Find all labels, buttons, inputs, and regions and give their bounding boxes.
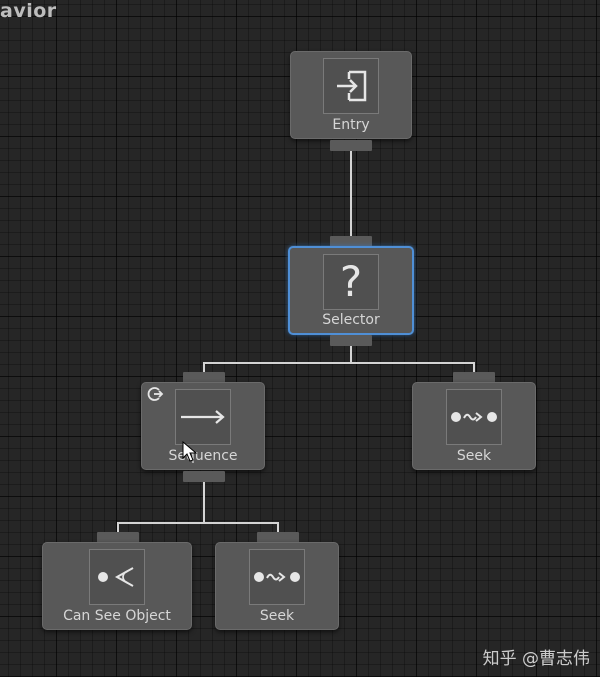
seek-icon: [446, 389, 502, 445]
sequence-label: Sequence: [168, 448, 238, 464]
link-sequence-children: [117, 522, 279, 532]
repeat-icon: [146, 386, 164, 406]
watermark: 知乎 @曹志伟: [482, 649, 590, 669]
seek-bottom-label: Seek: [259, 608, 295, 624]
sequence-node[interactable]: Sequence: [141, 382, 265, 470]
seek-icon: [249, 549, 305, 605]
selector-node[interactable]: ? Selector: [288, 246, 414, 335]
link-selector-children: [203, 362, 475, 372]
selector-output-port[interactable]: [330, 335, 372, 346]
arrow-right-icon: [175, 389, 231, 445]
entry-output-port[interactable]: [330, 140, 372, 151]
question-mark-glyph: ?: [339, 257, 363, 306]
selector-label: Selector: [322, 312, 380, 328]
question-mark-icon: ?: [323, 254, 379, 310]
can-see-object-label: Can See Object: [63, 608, 171, 624]
entry-icon: [323, 58, 379, 114]
seek-right-node[interactable]: Seek: [412, 382, 536, 470]
entry-label: Entry: [332, 117, 370, 133]
sequence-output-port[interactable]: [183, 471, 225, 482]
entry-node[interactable]: Entry: [290, 51, 412, 139]
mouse-cursor-icon: [182, 441, 198, 462]
seek-bottom-node[interactable]: Seek: [215, 542, 339, 630]
seek-right-label: Seek: [456, 448, 492, 464]
eye-cone-icon: [89, 549, 145, 605]
can-see-object-node[interactable]: Can See Object: [42, 542, 192, 630]
